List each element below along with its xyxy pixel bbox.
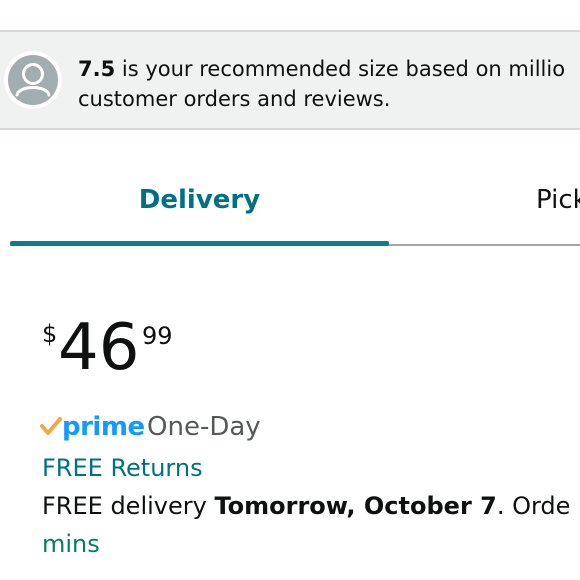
- recommended-size: 7.5: [78, 57, 116, 81]
- product-delivery-page: 7.5 is your recommended size based on mi…: [0, 0, 580, 580]
- free-returns-link[interactable]: FREE Returns: [42, 452, 203, 484]
- fulfillment-tabs: Delivery Pick: [0, 132, 580, 248]
- price-fraction: 99: [142, 322, 173, 350]
- delivery-suffix: . Orde: [496, 492, 571, 520]
- size-recommendation-line2: customer orders and reviews.: [78, 87, 391, 111]
- prime-check-icon: [40, 417, 62, 441]
- tab-selected-indicator: [10, 241, 389, 246]
- size-recommendation-text: 7.5 is your recommended size based on mi…: [78, 54, 565, 114]
- size-recommendation-line1: 7.5 is your recommended size based on mi…: [78, 54, 565, 84]
- price-whole: 46: [58, 311, 140, 385]
- prime-logo-text: prime: [62, 412, 145, 442]
- order-countdown: mins: [42, 530, 100, 558]
- size-recommendation-banner: 7.5 is your recommended size based on mi…: [0, 30, 580, 130]
- prime-speed-label: One-Day: [147, 412, 261, 442]
- price-currency-symbol: $: [42, 320, 58, 348]
- delivery-message: FREE delivery Tomorrow, October 7. Orde: [42, 490, 570, 522]
- delivery-prefix: FREE delivery: [42, 492, 215, 520]
- tab-pickup[interactable]: Pick: [536, 132, 580, 246]
- size-recommendation-line1-text: is your recommended size based on millio: [115, 57, 566, 81]
- delivery-date: Tomorrow, October 7: [214, 492, 497, 520]
- tab-delivery[interactable]: Delivery: [10, 132, 389, 246]
- user-avatar-icon: [4, 51, 62, 109]
